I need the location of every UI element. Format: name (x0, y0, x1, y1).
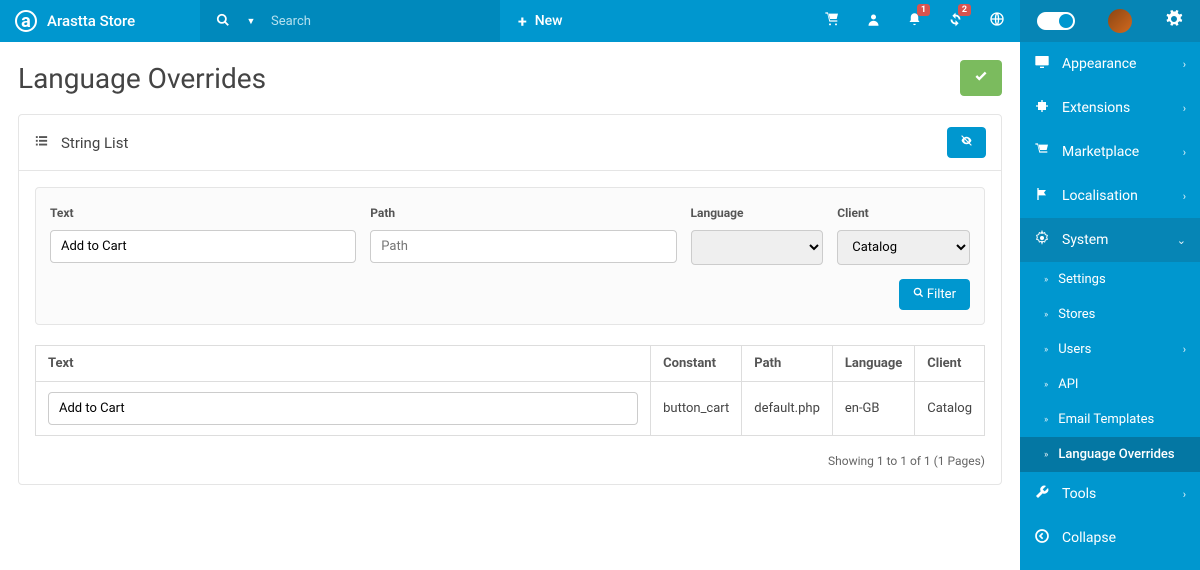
filter-client-label: Client (837, 206, 970, 220)
search-area: ▼ (200, 0, 500, 42)
filter-text-label: Text (50, 206, 356, 220)
chevron-right-icon: › (1183, 190, 1186, 203)
chevron-right-icon: › (1183, 343, 1186, 356)
page-title: Language Overrides (18, 62, 266, 95)
th-client[interactable]: Client (915, 346, 985, 382)
filter-path-input[interactable] (370, 230, 676, 263)
sidebar-item-extensions[interactable]: Extensions › (1020, 86, 1200, 130)
row-path: default.php (742, 382, 833, 436)
sidebar-sub-stores[interactable]: » Stores (1020, 297, 1200, 332)
monitor-icon (1034, 54, 1050, 74)
brand[interactable]: a Arastta Store (0, 10, 200, 32)
cart-icon[interactable] (824, 11, 840, 31)
brand-name: Arastta Store (47, 12, 135, 30)
notifications-icon[interactable]: 1 (907, 12, 922, 31)
sidebar-sub-language-overrides[interactable]: » Language Overrides (1020, 437, 1200, 472)
filter-box: Text Path Language Client Catalog (35, 187, 985, 325)
double-chevron-icon: » (1044, 310, 1048, 320)
string-list-panel: String List Text Path Language (18, 114, 1002, 485)
sidebar-item-localisation[interactable]: Localisation › (1020, 174, 1200, 218)
double-chevron-icon: » (1044, 415, 1048, 425)
sidebar-item-collapse[interactable]: Collapse (1020, 516, 1200, 560)
double-chevron-icon: » (1044, 380, 1048, 390)
list-icon (34, 133, 49, 152)
th-language[interactable]: Language (832, 346, 914, 382)
th-path[interactable]: Path (742, 346, 833, 382)
double-chevron-icon: » (1044, 450, 1048, 460)
th-constant[interactable]: Constant (651, 346, 742, 382)
sidebar-sub-api[interactable]: » API (1020, 367, 1200, 402)
chevron-right-icon: › (1183, 146, 1186, 159)
filter-client-select[interactable]: Catalog (837, 230, 970, 265)
save-button[interactable] (960, 60, 1002, 96)
wrench-icon (1034, 484, 1050, 504)
topbar: a Arastta Store ▼ + New 1 2 (0, 0, 1200, 42)
user-icon[interactable] (866, 12, 881, 31)
chevron-right-icon: › (1183, 488, 1186, 501)
sidebar-sub-email-templates[interactable]: » Email Templates (1020, 402, 1200, 437)
sync-icon[interactable]: 2 (948, 12, 963, 31)
filter-language-select[interactable] (691, 230, 824, 265)
gear-icon (1034, 230, 1050, 250)
utility-bar (1020, 0, 1200, 42)
sidebar-sub-users[interactable]: » Users › (1020, 332, 1200, 367)
row-text-input[interactable] (48, 392, 638, 425)
panel-title: String List (61, 134, 128, 152)
filter-button-label: Filter (927, 287, 956, 302)
globe-icon[interactable] (989, 11, 1005, 31)
pagination-info: Showing 1 to 1 of 1 (1 Pages) (35, 454, 985, 468)
filter-button[interactable]: Filter (899, 279, 970, 310)
search-dropdown-icon[interactable]: ▼ (243, 16, 259, 27)
avatar[interactable] (1108, 9, 1132, 33)
double-chevron-icon: » (1044, 275, 1048, 285)
visibility-button[interactable] (947, 127, 986, 158)
sidebar-item-tools[interactable]: Tools › (1020, 472, 1200, 516)
collapse-icon (1034, 528, 1050, 548)
filter-text-input[interactable] (50, 230, 356, 263)
double-chevron-icon: » (1044, 345, 1048, 355)
magnify-icon (913, 287, 924, 298)
row-client: Catalog (915, 382, 985, 436)
brand-logo-icon: a (15, 10, 37, 32)
sidebar-item-appearance[interactable]: Appearance › (1020, 42, 1200, 86)
search-icon[interactable] (215, 12, 231, 31)
content: Language Overrides String List Text (0, 42, 1020, 570)
check-icon (974, 69, 988, 83)
filter-path-label: Path (370, 206, 676, 220)
flag-icon (1034, 186, 1050, 206)
cart-icon (1034, 142, 1050, 162)
new-button[interactable]: + New (500, 12, 581, 31)
row-language: en-GB (832, 382, 914, 436)
filter-language-label: Language (691, 206, 824, 220)
eye-slash-icon (959, 134, 974, 147)
theme-toggle[interactable] (1037, 12, 1075, 30)
gear-icon[interactable] (1165, 10, 1183, 32)
new-label: New (535, 13, 563, 29)
sidebar-sub-settings[interactable]: » Settings (1020, 262, 1200, 297)
results-table: Text Constant Path Language Client butto… (35, 345, 985, 436)
chevron-right-icon: › (1183, 102, 1186, 115)
sidebar-item-marketplace[interactable]: Marketplace › (1020, 130, 1200, 174)
table-row: button_cart default.php en-GB Catalog (36, 382, 985, 436)
row-constant: button_cart (651, 382, 742, 436)
plus-icon: + (518, 12, 527, 31)
notifications-badge: 1 (917, 4, 930, 16)
sidebar-item-system[interactable]: System ⌄ (1020, 218, 1200, 262)
sync-badge: 2 (958, 4, 971, 16)
top-icons: 1 2 (824, 11, 1020, 31)
puzzle-icon (1034, 98, 1050, 118)
th-text[interactable]: Text (36, 346, 651, 382)
chevron-right-icon: › (1183, 58, 1186, 71)
search-input[interactable] (271, 14, 485, 29)
chevron-down-icon: ⌄ (1177, 234, 1186, 247)
sidebar: Appearance › Extensions › Marketplace › … (1020, 42, 1200, 570)
